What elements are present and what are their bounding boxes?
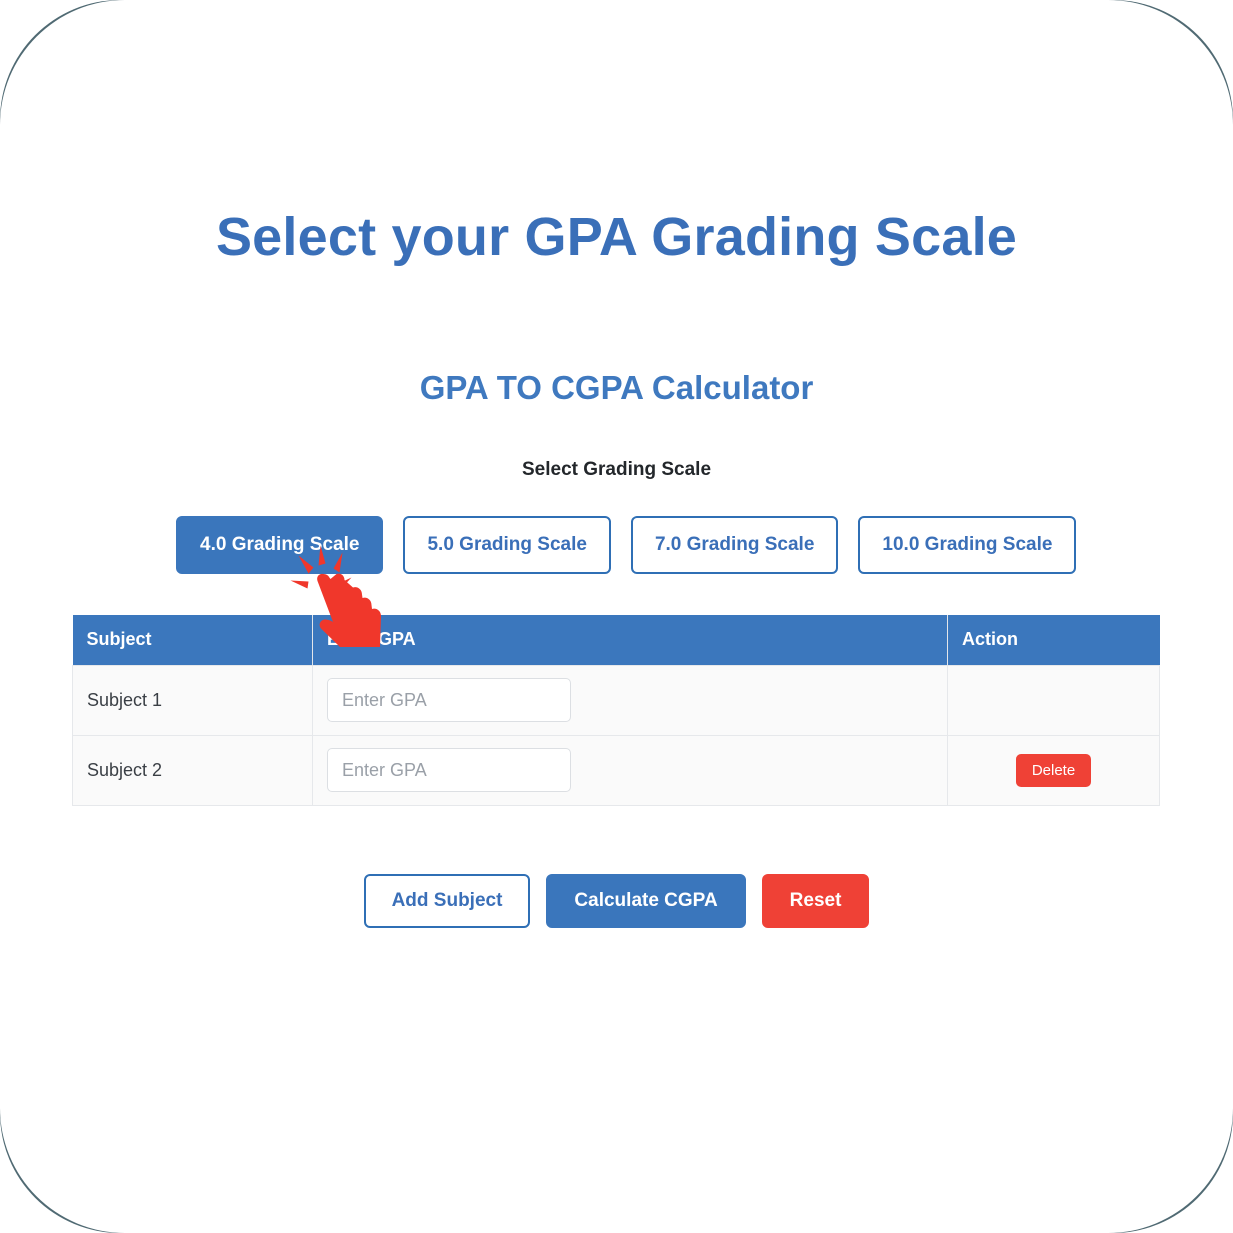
gpa-table: Subject Enter GPA Action Subject 1 Subje… <box>72 615 1160 806</box>
page-title: Select your GPA Grading Scale <box>215 207 1018 267</box>
column-header-enter-gpa: Enter GPA <box>312 615 948 665</box>
select-grading-scale-label: Select Grading Scale <box>521 459 712 480</box>
grading-scale-button-group: 4.0 Grading Scale 5.0 Grading Scale 7.0 … <box>176 516 1077 574</box>
gpa-table-head: Subject Enter GPA Action <box>72 615 1160 665</box>
scale-button-5-0[interactable]: 5.0 Grading Scale <box>403 516 611 574</box>
delete-subject-button[interactable]: Delete <box>1015 753 1092 787</box>
cell-subject-name: Subject 1 <box>72 664 313 736</box>
cell-action <box>947 664 1160 736</box>
scale-button-10-0[interactable]: 10.0 Grading Scale <box>858 516 1077 574</box>
calculate-cgpa-button[interactable]: Calculate CGPA <box>546 874 746 928</box>
table-row: Subject 2 Delete <box>72 734 1160 806</box>
reset-button[interactable]: Reset <box>761 874 870 928</box>
table-header-row: Subject Enter GPA Action <box>72 615 1160 665</box>
page-root: Select your GPA Grading Scale GPA TO CGP… <box>0 0 1233 1233</box>
cell-gpa-input <box>312 734 948 806</box>
column-header-subject: Subject <box>72 615 313 665</box>
table-row: Subject 1 <box>72 664 1160 736</box>
calculator-subtitle: GPA TO CGPA Calculator <box>419 369 814 406</box>
action-button-group: Add Subject Calculate CGPA Reset <box>0 874 1233 928</box>
gpa-input-subject-1[interactable] <box>327 678 571 722</box>
gpa-table-body: Subject 1 Subject 2 Delete <box>72 664 1160 806</box>
scale-button-4-0[interactable]: 4.0 Grading Scale <box>176 516 384 574</box>
add-subject-button[interactable]: Add Subject <box>363 874 531 928</box>
cell-action: Delete <box>947 734 1160 806</box>
cell-gpa-input <box>312 664 948 736</box>
page-content: Select your GPA Grading Scale GPA TO CGP… <box>0 0 1233 1233</box>
cell-subject-name: Subject 2 <box>72 734 313 806</box>
column-header-action: Action <box>947 615 1160 665</box>
gpa-input-subject-2[interactable] <box>327 748 571 792</box>
scale-button-7-0[interactable]: 7.0 Grading Scale <box>630 516 839 574</box>
